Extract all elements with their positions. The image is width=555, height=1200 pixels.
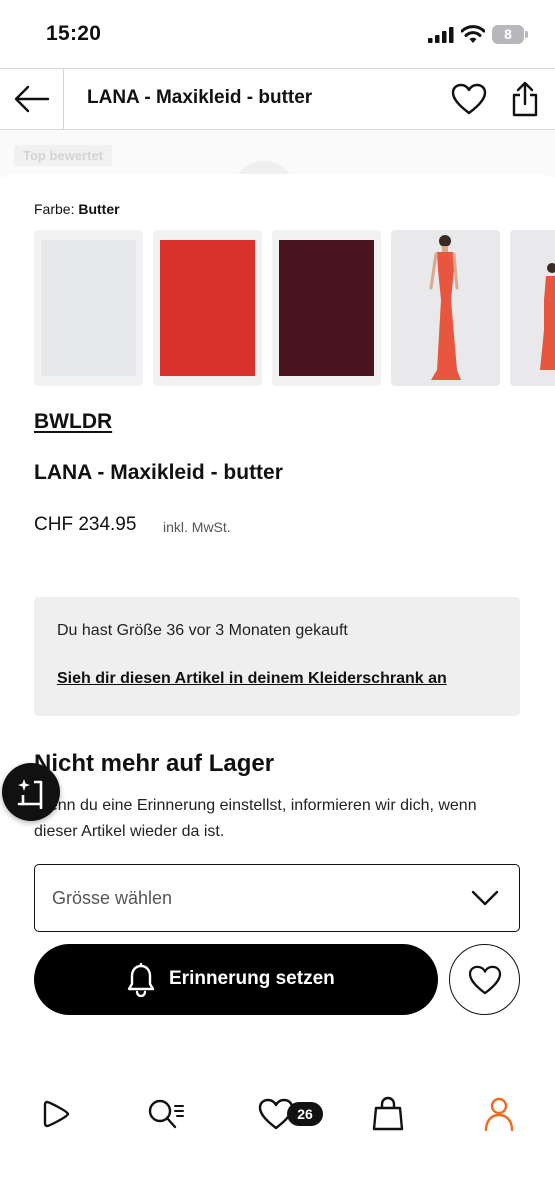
wardrobe-link[interactable]: Sieh dir diesen Artikel in deinem Kleide… xyxy=(57,670,447,688)
swatch-burgundy[interactable] xyxy=(272,230,381,386)
share-button[interactable] xyxy=(508,79,542,119)
product-header: LANA - Maxikleid - butter xyxy=(0,68,555,130)
wishlist-count-badge: 26 xyxy=(287,1102,323,1126)
product-name: LANA - Maxikleid - butter xyxy=(34,461,283,484)
size-select-placeholder: Grösse wählen xyxy=(52,888,173,908)
nav-bag[interactable] xyxy=(358,1084,418,1144)
status-time: 15:20 xyxy=(46,22,102,45)
set-reminder-label: Erinnerung setzen xyxy=(169,968,335,989)
model-figure xyxy=(429,235,461,380)
nav-search[interactable] xyxy=(136,1084,196,1144)
swatch-red[interactable] xyxy=(153,230,262,386)
arrow-left-icon xyxy=(14,85,49,113)
bell-icon xyxy=(127,963,155,997)
header-title: LANA - Maxikleid - butter xyxy=(87,87,313,108)
out-of-stock-title: Nicht mehr auf Lager xyxy=(34,750,275,777)
heart-icon xyxy=(468,965,501,994)
chevron-down-icon xyxy=(471,890,499,906)
battery-icon: 8 xyxy=(492,25,528,44)
swatch-butter[interactable] xyxy=(34,230,143,386)
nav-profile[interactable] xyxy=(469,1084,529,1144)
battery-level: 8 xyxy=(504,26,512,42)
top-rated-badge: Top bewertet xyxy=(14,145,112,166)
bag-icon xyxy=(372,1096,404,1131)
status-bar: 15:20 8 xyxy=(0,0,555,68)
brand-link[interactable]: BWLDR xyxy=(34,410,112,434)
model-figure-partial xyxy=(540,263,555,370)
background-content: Top bewertet xyxy=(0,131,555,177)
purchase-history-text: Du hast Größe 36 vor 3 Monaten gekauft xyxy=(57,622,348,639)
color-label-value: Butter xyxy=(78,201,120,217)
color-label-prefix: Farbe: xyxy=(34,201,75,217)
color-swatches xyxy=(34,230,555,386)
set-reminder-button[interactable]: Erinnerung setzen xyxy=(34,944,438,1015)
color-label: Farbe: Butter xyxy=(34,201,120,217)
nav-home[interactable] xyxy=(26,1084,86,1144)
bottom-navigation: 26 xyxy=(0,1084,555,1200)
out-of-stock-description: Wenn du eine Erinnerung einstellst, info… xyxy=(34,797,477,840)
profile-icon xyxy=(484,1097,514,1132)
swatch-burgundy-fill xyxy=(279,240,374,376)
price: CHF 234.95 xyxy=(34,514,137,535)
search-icon xyxy=(148,1099,184,1129)
product-sheet: Farbe: Butter BWLDR LANA - Maxikleid - b… xyxy=(0,174,555,1094)
swatch-red-fill xyxy=(160,240,255,376)
heart-icon xyxy=(451,83,487,115)
swatch-coral-model[interactable] xyxy=(391,230,500,386)
vat-note: inkl. MwSt. xyxy=(163,519,231,535)
share-icon xyxy=(512,81,538,117)
wifi-icon xyxy=(461,25,485,43)
signal-icon xyxy=(428,27,454,43)
floating-assistant-button[interactable] xyxy=(2,763,60,821)
size-select[interactable]: Grösse wählen xyxy=(34,864,520,932)
sparkle-crop-icon xyxy=(17,779,43,809)
swatch-coral-model-partial[interactable] xyxy=(510,230,555,386)
header-wishlist-button[interactable] xyxy=(450,81,488,117)
purchase-history-box: Du hast Größe 36 vor 3 Monaten gekauft S… xyxy=(34,597,520,716)
home-icon xyxy=(43,1100,70,1128)
add-to-wishlist-button[interactable] xyxy=(449,944,520,1015)
back-button[interactable] xyxy=(0,69,64,129)
swatch-butter-fill xyxy=(41,240,136,376)
